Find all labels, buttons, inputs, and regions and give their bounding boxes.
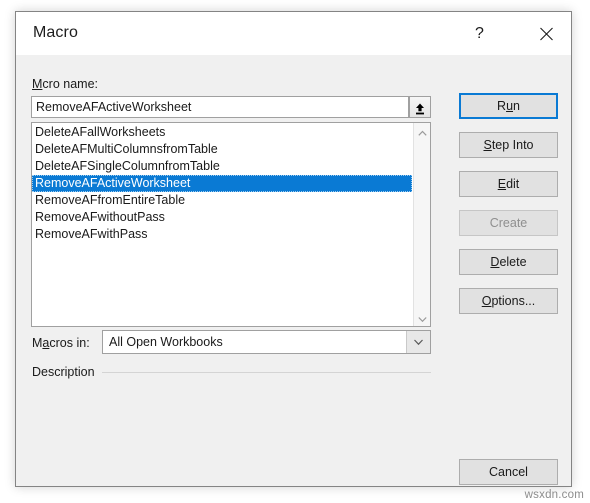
dialog-body: Mcro name: DeleteAFallWorksheetsDeleteAF… [16, 55, 571, 486]
dialog-titlebar: Macro ? [16, 12, 571, 55]
options-button-label: Options... [481, 294, 536, 308]
macro-name-field[interactable] [31, 96, 409, 118]
edit-button[interactable]: Edit [459, 171, 558, 197]
step-into-button-label: Step Into [483, 138, 534, 152]
dialog-title: Macro [33, 24, 78, 41]
list-item[interactable]: DeleteAFMultiColumnsfromTable [32, 141, 412, 158]
macros-in-selected-value: All Open Workbooks [109, 335, 223, 349]
list-item[interactable]: RemoveAFwithPass [32, 226, 412, 243]
run-button-label: Run [497, 99, 520, 113]
close-button[interactable] [524, 13, 569, 54]
list-item[interactable]: RemoveAFwithoutPass [32, 209, 412, 226]
create-button: Create [459, 210, 558, 236]
edit-button-label: Edit [497, 177, 520, 191]
close-icon [540, 27, 553, 41]
macro-name-label-text: cro name: [42, 77, 99, 91]
macro-list-scrollbar[interactable] [413, 123, 430, 326]
scroll-down-button[interactable] [414, 309, 430, 326]
macros-in-label-prefix: M [32, 336, 43, 350]
watermark: wsxdn.com [524, 489, 584, 501]
question-mark-icon: ? [475, 25, 484, 42]
cancel-button-label: Cancel [489, 465, 528, 479]
chevron-up-icon [418, 130, 427, 136]
upload-arrow-icon [416, 103, 424, 114]
macros-in-label-text: cros in: [49, 336, 90, 350]
macros-in-label: Macros in: [32, 336, 90, 350]
macro-dialog: Macro ? Mcro name: DeleteAFallWorkshe [15, 11, 572, 487]
macro-list-box[interactable]: DeleteAFallWorksheets DeleteAFMultiColumn… [31, 122, 431, 327]
help-button[interactable]: ? [457, 13, 502, 54]
list-item[interactable]: RemoveAFfromEntireTable [32, 192, 412, 209]
create-button-label: Create [489, 216, 528, 230]
options-button[interactable]: Options... [459, 288, 558, 314]
macro-list: DeleteAFallWorksheets DeleteAFMultiColumn… [32, 123, 412, 326]
macro-name-label: Mcro name: [32, 77, 98, 91]
step-into-button[interactable]: Step Into [459, 132, 558, 158]
macro-name-label-accel: M [32, 77, 43, 91]
macros-in-dropdown-button[interactable] [406, 331, 430, 353]
delete-button[interactable]: Delete [459, 249, 558, 275]
macros-in-combobox[interactable]: All Open Workbooks [102, 330, 431, 354]
list-item[interactable]: DeleteAFSingleColumnfromTable [32, 158, 412, 175]
macro-name-upload-button[interactable] [409, 96, 431, 118]
scrollbar-thumb[interactable] [414, 140, 430, 290]
description-label: Description [32, 365, 100, 379]
cancel-button[interactable]: Cancel [459, 459, 558, 485]
chevron-down-icon [418, 317, 427, 323]
description-text [31, 372, 431, 468]
list-item[interactable]: RemoveAFActiveWorksheet [32, 175, 412, 192]
scroll-up-button[interactable] [414, 123, 430, 140]
macro-name-input[interactable] [32, 97, 408, 117]
run-button[interactable]: Run [459, 93, 558, 119]
chevron-down-icon [414, 339, 423, 346]
delete-button-label: Delete [490, 255, 527, 269]
list-item[interactable]: DeleteAFallWorksheets [32, 124, 412, 141]
